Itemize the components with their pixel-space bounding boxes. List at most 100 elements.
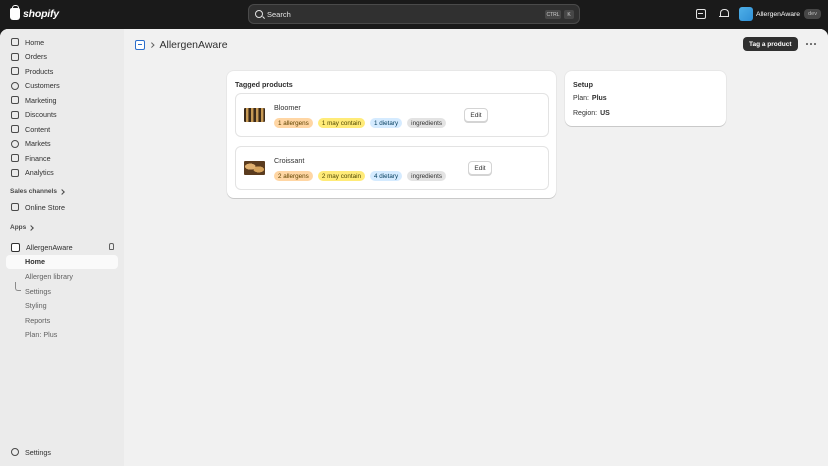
edit-button[interactable]: Edit [464, 108, 488, 122]
customers-icon [11, 81, 19, 90]
sidebar-item-label: Online Store [25, 202, 65, 212]
search-icon [255, 10, 263, 18]
shopify-logo[interactable]: shopify [10, 5, 59, 20]
sidebar-item-allergenaware[interactable]: AllergenAware [6, 240, 118, 254]
avatar [739, 7, 753, 21]
sidebar-subitem-plan[interactable]: Plan: Plus [25, 330, 57, 339]
sidebar-subitem-settings[interactable]: Settings [25, 287, 51, 296]
products-icon [11, 67, 19, 75]
sidebar: Home Orders Products Customers Marketing… [0, 29, 124, 466]
sidebar-item-analytics[interactable]: Analytics [6, 166, 118, 180]
analytics-icon [11, 168, 19, 177]
sales-channels-header[interactable]: Sales channels [10, 188, 65, 195]
orders-icon [11, 52, 19, 61]
page-title: AllergenAware [159, 39, 228, 51]
product-name: Croissant [274, 156, 305, 165]
plan-label: Plan: [573, 95, 589, 102]
account-name: AllergenAware [756, 10, 801, 18]
apps-label: Apps [10, 224, 27, 231]
sidebar-item-home[interactable]: Home [6, 35, 118, 49]
sidebar-item-customers[interactable]: Customers [6, 79, 118, 93]
search-input[interactable]: Search CTRL K [248, 4, 580, 24]
sidebar-item-label: Finance [25, 153, 51, 163]
sidebar-subitem-label: Home [25, 257, 45, 266]
bell-icon[interactable] [719, 9, 729, 19]
sidebar-item-products[interactable]: Products [6, 64, 118, 78]
sidebar-item-orders[interactable]: Orders [6, 50, 118, 64]
sidebar-item-label: Analytics [25, 168, 54, 177]
sidebar-item-label: Settings [25, 447, 51, 457]
sidebar-item-label: Content [25, 124, 51, 134]
pin-icon[interactable] [109, 243, 114, 250]
admin-frame: Home Orders Products Customers Marketing… [0, 29, 828, 466]
allergenaware-app-icon [11, 242, 20, 252]
sidebar-item-label: AllergenAware [26, 242, 73, 252]
sidebar-subitem-styling[interactable]: Styling [25, 301, 47, 310]
may-contain-badge: 1 may contain [317, 118, 366, 128]
sidebar-item-label: Home [25, 37, 45, 47]
allergens-badge: 2 allergens [274, 171, 313, 181]
dietary-badge: 4 dietary [370, 171, 403, 181]
card-title: Setup [573, 80, 593, 89]
card-title: Tagged products [235, 80, 293, 89]
sidebar-subitem-home[interactable]: Home [6, 254, 118, 269]
sidebar-item-label: Marketing [25, 95, 57, 105]
allergenaware-app-icon[interactable] [135, 40, 145, 50]
edit-button[interactable]: Edit [468, 161, 492, 175]
discounts-icon [11, 110, 19, 119]
region-label: Region: [573, 109, 598, 117]
account-menu[interactable]: AllergenAware dev [739, 7, 821, 21]
store-icon[interactable] [696, 9, 706, 19]
shortcut-key: K [564, 10, 574, 19]
tagged-products-card: Tagged products Bloomer 1 allergens 1 ma… [227, 71, 556, 198]
product-badges: 1 allergens 1 may contain 1 dietary ingr… [274, 118, 446, 128]
sidebar-subitem-reports[interactable]: Reports [25, 316, 50, 325]
tag-product-button[interactable]: Tag a product [743, 37, 798, 51]
sidebar-item-marketing[interactable]: Marketing [6, 93, 118, 107]
marketing-icon [11, 96, 19, 104]
product-row-croissant[interactable]: Croissant 2 allergens 2 may contain 4 di… [235, 146, 549, 190]
sidebar-item-markets[interactable]: Markets [6, 137, 118, 151]
ingredients-badge: ingredients [407, 171, 446, 181]
page-header: AllergenAware [135, 39, 228, 51]
more-actions-icon[interactable] [806, 39, 816, 49]
chevron-right-icon [59, 188, 65, 195]
online-store-icon [11, 203, 19, 211]
product-badges: 2 allergens 2 may contain 4 dietary ingr… [274, 171, 446, 181]
ingredients-badge: ingredients [407, 118, 446, 128]
chevron-right-icon [28, 224, 35, 231]
sales-channels-label: Sales channels [10, 188, 57, 195]
product-name: Bloomer [274, 103, 301, 112]
dietary-badge: 1 dietary [370, 118, 403, 128]
markets-icon [11, 139, 19, 148]
shopify-bag-icon [10, 5, 20, 20]
sidebar-item-content[interactable]: Content [6, 122, 118, 136]
region-value: US [600, 109, 610, 117]
sidebar-item-label: Customers [25, 81, 60, 90]
home-icon [11, 38, 19, 46]
sidebar-subitem-allergen-library[interactable]: Allergen library [25, 272, 73, 281]
may-contain-badge: 2 may contain [317, 171, 366, 181]
sidebar-item-label: Products [25, 66, 54, 76]
sidebar-item-label: Orders [25, 52, 47, 61]
allergens-badge: 1 allergens [274, 118, 313, 128]
plan-line: Plan: Plus [573, 95, 607, 102]
apps-header[interactable]: Apps [10, 224, 35, 231]
content-icon [11, 125, 19, 133]
sidebar-item-discounts[interactable]: Discounts [6, 108, 118, 122]
shortcut-ctrl: CTRL [545, 10, 561, 19]
sidebar-item-settings[interactable]: Settings [6, 445, 118, 459]
product-row-bloomer[interactable]: Bloomer 1 allergens 1 may contain 1 diet… [235, 93, 549, 137]
sidebar-item-finance[interactable]: Finance [6, 151, 118, 165]
sidebar-item-online-store[interactable]: Online Store [6, 200, 118, 214]
sidebar-item-label: Discounts [25, 110, 57, 119]
plan-value: Plus [591, 95, 607, 102]
gear-icon [11, 448, 19, 456]
brand-name: shopify [23, 8, 59, 20]
chevron-right-icon [149, 42, 155, 48]
product-thumbnail [244, 108, 265, 122]
tree-connector [15, 282, 21, 291]
search-placeholder: Search [267, 9, 291, 19]
finance-icon [11, 154, 19, 162]
dev-badge: dev [804, 9, 821, 19]
